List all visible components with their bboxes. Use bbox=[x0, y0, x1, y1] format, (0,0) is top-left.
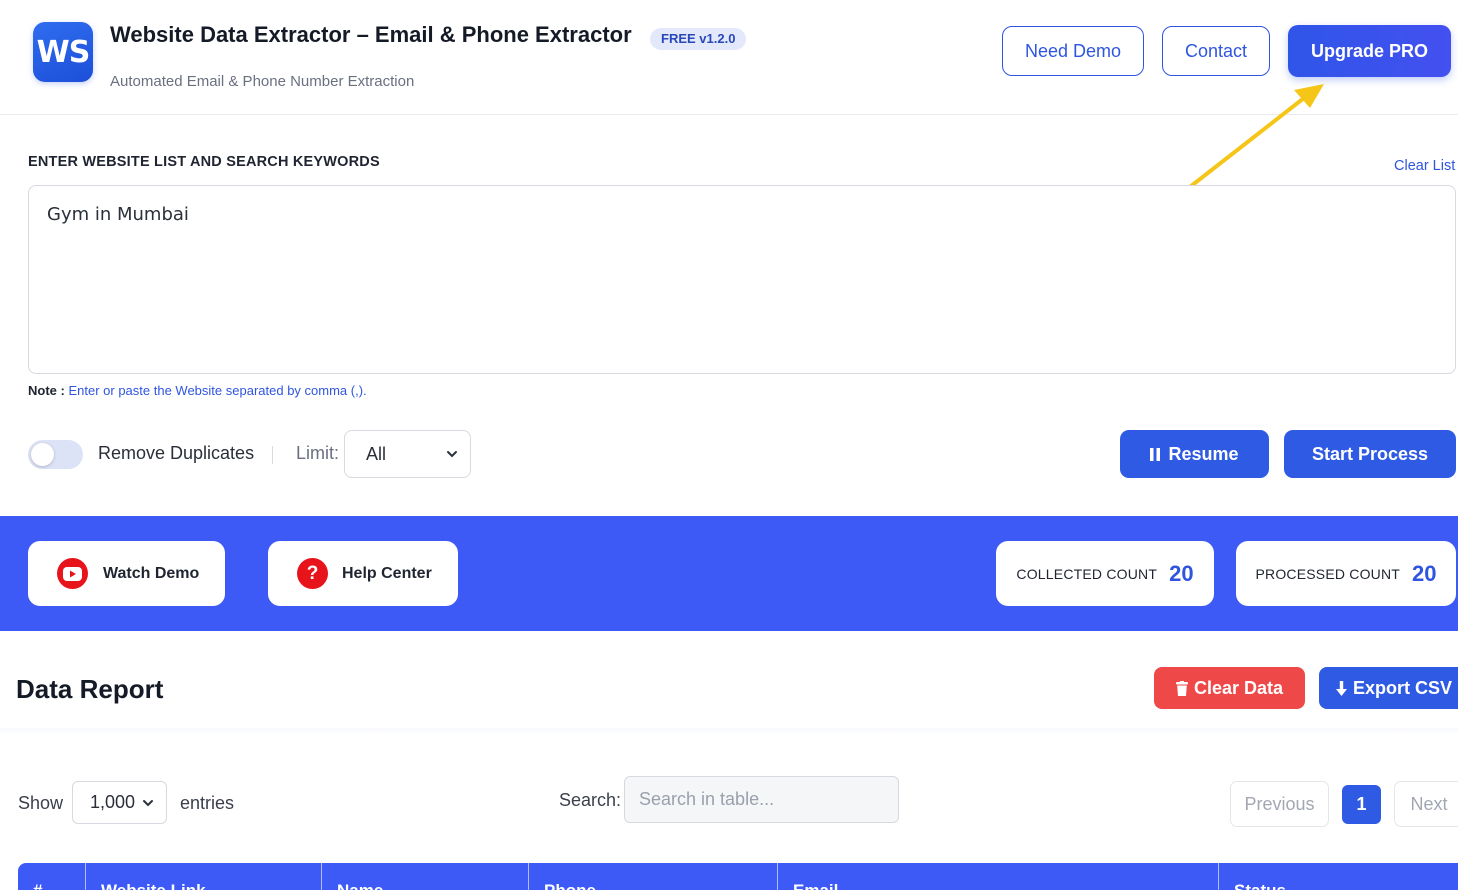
column-header-status[interactable]: Status bbox=[1219, 863, 1458, 890]
limit-label: Limit: bbox=[296, 443, 340, 463]
remove-duplicates-label: Remove Duplicates bbox=[98, 443, 255, 463]
download-icon bbox=[1335, 680, 1347, 696]
column-header-name[interactable]: Name bbox=[322, 863, 529, 890]
processed-count-label: PROCESSED COUNT bbox=[1255, 565, 1401, 582]
limit-select[interactable]: All bbox=[344, 430, 471, 478]
clear-list-link[interactable]: Clear List bbox=[1394, 158, 1455, 174]
show-label: Show bbox=[18, 793, 64, 813]
column-header-phone[interactable]: Phone bbox=[529, 863, 778, 890]
resume-button[interactable]: Resume bbox=[1120, 430, 1269, 478]
start-process-button[interactable]: Start Process bbox=[1284, 430, 1456, 478]
table-header: # Website Link Name Phone Email Status bbox=[18, 863, 1458, 890]
clear-data-button[interactable]: Clear Data bbox=[1154, 667, 1305, 709]
entries-label: entries bbox=[180, 793, 235, 813]
note-text: Enter or paste the Website separated by … bbox=[68, 383, 367, 398]
remove-duplicates-toggle[interactable] bbox=[28, 440, 83, 469]
collected-count-card: COLLECTED COUNT 20 bbox=[996, 541, 1214, 606]
note-label: Note : bbox=[28, 383, 65, 398]
table-search-input[interactable] bbox=[624, 776, 899, 823]
contact-button[interactable]: Contact bbox=[1162, 26, 1270, 76]
pagination-next-button[interactable]: Next bbox=[1394, 781, 1458, 827]
youtube-icon bbox=[57, 558, 88, 589]
processed-count-value: 20 bbox=[1412, 560, 1437, 586]
version-badge: FREE v1.2.0 bbox=[650, 28, 747, 50]
app-subtitle: Automated Email & Phone Number Extractio… bbox=[110, 73, 415, 90]
question-icon: ? bbox=[297, 558, 328, 589]
website-list-textarea[interactable] bbox=[28, 185, 1456, 374]
toggle-knob bbox=[31, 443, 54, 466]
annotation-arrow-icon bbox=[1184, 84, 1324, 192]
export-csv-label: Export CSV bbox=[1352, 677, 1453, 698]
watch-demo-button[interactable]: Watch Demo bbox=[28, 541, 225, 606]
watch-demo-label: Watch Demo bbox=[103, 564, 200, 582]
entries-select[interactable]: 1,000 bbox=[72, 781, 167, 824]
help-center-label: Help Center bbox=[342, 564, 432, 582]
upgrade-pro-button[interactable]: Upgrade PRO bbox=[1288, 25, 1451, 77]
help-center-button[interactable]: ? Help Center bbox=[268, 541, 458, 606]
chevron-down-icon bbox=[447, 451, 457, 458]
resume-label: Resume bbox=[1168, 443, 1239, 464]
pagination-page-1[interactable]: 1 bbox=[1342, 785, 1381, 824]
divider bbox=[272, 446, 273, 464]
processed-count-card: PROCESSED COUNT 20 bbox=[1236, 541, 1456, 606]
entries-select-value: 1,000 bbox=[90, 792, 136, 812]
app-title: Website Data Extractor – Email & Phone E… bbox=[110, 22, 632, 47]
chevron-down-icon bbox=[143, 800, 153, 807]
pagination-previous-button[interactable]: Previous bbox=[1230, 781, 1329, 827]
data-report-title: Data Report bbox=[16, 674, 164, 704]
pause-icon bbox=[1150, 447, 1161, 461]
limit-select-value: All bbox=[366, 443, 387, 464]
column-header-email[interactable]: Email bbox=[778, 863, 1219, 890]
column-header-website-link[interactable]: Website Link bbox=[86, 863, 322, 890]
website-list-label: ENTER WEBSITE LIST AND SEARCH KEYWORDS bbox=[28, 154, 380, 170]
report-separator bbox=[0, 728, 1458, 734]
column-header-index[interactable]: # bbox=[18, 863, 86, 890]
clear-data-label: Clear Data bbox=[1193, 677, 1284, 698]
trash-icon bbox=[1175, 680, 1188, 696]
export-csv-button[interactable]: Export CSV bbox=[1319, 667, 1458, 709]
need-demo-button[interactable]: Need Demo bbox=[1002, 26, 1144, 76]
input-note: Note : Enter or paste the Website separa… bbox=[28, 383, 367, 398]
collected-count-value: 20 bbox=[1169, 560, 1194, 586]
search-label: Search: bbox=[559, 790, 622, 810]
collected-count-label: COLLECTED COUNT bbox=[1016, 565, 1158, 582]
app-logo: WS bbox=[33, 22, 93, 82]
